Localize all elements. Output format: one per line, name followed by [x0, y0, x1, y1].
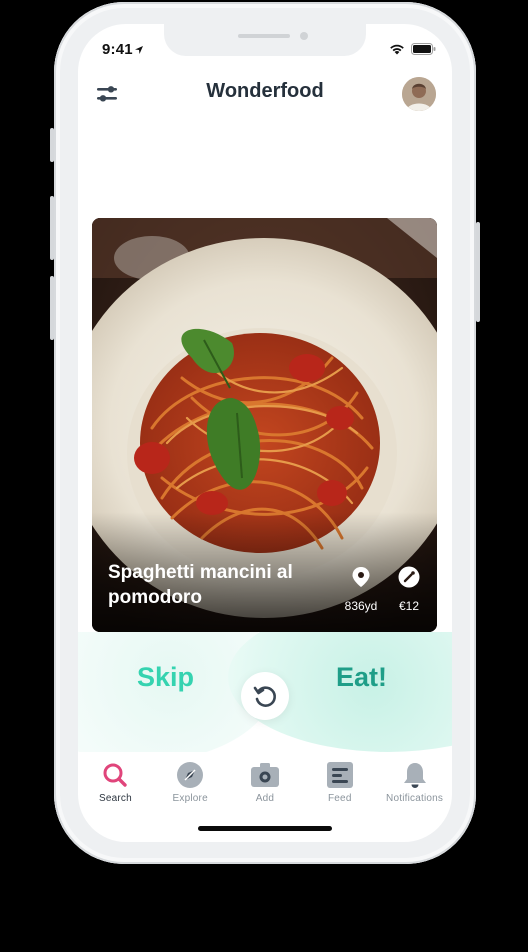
swipe-actions: Skip Eat! [78, 632, 452, 752]
avatar-image [402, 77, 436, 111]
food-card[interactable]: Spaghetti mancini al pomodoro 836yd €12 [92, 218, 437, 632]
volume-up-button [50, 196, 54, 260]
price-info: €12 [386, 566, 432, 613]
tab-explore[interactable]: Explore [153, 760, 228, 810]
tab-feed[interactable]: Feed [302, 760, 377, 810]
price-tag-icon [398, 566, 420, 588]
speaker-grille [238, 34, 290, 38]
dish-name: Spaghetti mancini al pomodoro [108, 562, 293, 608]
avatar[interactable] [402, 77, 436, 111]
front-camera [300, 32, 308, 40]
tab-add[interactable]: Add [228, 760, 303, 810]
eat-button[interactable]: Eat! [336, 662, 387, 693]
search-icon [103, 763, 128, 787]
battery-icon [411, 43, 436, 55]
tab-search[interactable]: Search [78, 760, 153, 810]
app-screen: 9:41 Wonderfood Spaghetti mancini al pom… [78, 24, 452, 842]
tab-explore-label: Explore [172, 793, 208, 804]
status-icons [389, 43, 436, 55]
location-pin-icon [352, 567, 370, 587]
undo-button[interactable] [241, 672, 289, 720]
distance-info: 836yd [338, 566, 384, 613]
power-button [476, 222, 480, 322]
app-title: Wonderfood [206, 80, 324, 102]
tab-add-label: Add [255, 793, 275, 804]
volume-down-button [50, 276, 54, 340]
status-time-text: 9:41 [102, 41, 133, 58]
tab-notifications-label: Notifications [386, 793, 444, 804]
tab-notifications[interactable]: Notifications [377, 760, 452, 810]
tab-search-label: Search [98, 793, 132, 804]
location-arrow-icon [134, 46, 143, 54]
tab-bar: Search Explore Add Feed Notifications [78, 760, 452, 810]
price-label: €12 [398, 599, 420, 613]
feed-icon [326, 762, 353, 788]
tab-feed-label: Feed [327, 793, 352, 804]
camera-icon [250, 763, 279, 787]
skip-button[interactable]: Skip [137, 662, 194, 693]
distance-label: 836yd [344, 599, 378, 613]
mute-switch [50, 128, 54, 162]
notch [164, 24, 366, 56]
wifi-icon [390, 44, 404, 55]
bell-icon [403, 763, 426, 788]
home-indicator[interactable] [198, 826, 332, 831]
undo-icon [253, 686, 276, 707]
compass-icon [177, 762, 204, 788]
status-time: 9:41 [102, 41, 144, 58]
